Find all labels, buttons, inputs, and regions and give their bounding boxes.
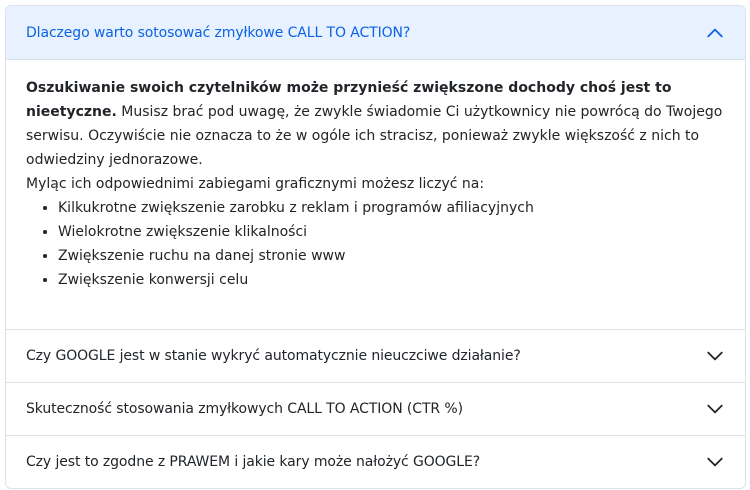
accordion-title: Czy GOOGLE jest w stanie wykryć automaty… xyxy=(26,348,521,364)
accordion-header-why-use[interactable]: Dlaczego warto sotosować zmyłkowe CALL T… xyxy=(6,6,745,60)
accordion-item-google-detect: Czy GOOGLE jest w stanie wykryć automaty… xyxy=(6,329,745,382)
list-item: Zwiększenie ruchu na danej stronie www xyxy=(58,244,725,268)
list-item: Kilkukrotne zwiększenie zarobku z reklam… xyxy=(58,196,725,220)
body-intro-list: Myląc ich odpowiednimi zabiegami graficz… xyxy=(26,176,485,192)
body-paragraph: Oszukiwanie swoich czytelników może przy… xyxy=(26,76,725,172)
accordion-header-google-detect[interactable]: Czy GOOGLE jest w stanie wykryć automaty… xyxy=(6,330,745,382)
chevron-up-icon[interactable] xyxy=(705,23,725,43)
chevron-down-icon[interactable] xyxy=(705,399,725,419)
chevron-down-icon[interactable] xyxy=(705,452,725,472)
accordion-header-legal[interactable]: Czy jest to zgodne z PRAWEM i jakie kary… xyxy=(6,436,745,488)
accordion-header-effectiveness[interactable]: Skuteczność stosowania zmyłkowych CALL T… xyxy=(6,383,745,435)
accordion-item-effectiveness: Skuteczność stosowania zmyłkowych CALL T… xyxy=(6,382,745,435)
list-item: Wielokrotne zwiększenie klikalności xyxy=(58,220,725,244)
benefits-list: Kilkukrotne zwiększenie zarobku z reklam… xyxy=(26,196,725,292)
accordion-item-legal: Czy jest to zgodne z PRAWEM i jakie kary… xyxy=(6,435,745,488)
list-item: Zwiększenie konwersji celu xyxy=(58,268,725,292)
accordion-title: Dlaczego warto sotosować zmyłkowe CALL T… xyxy=(26,24,411,41)
accordion-body-why-use: Oszukiwanie swoich czytelników może przy… xyxy=(6,60,745,329)
chevron-down-icon[interactable] xyxy=(705,346,725,366)
accordion-item-why-use: Dlaczego warto sotosować zmyłkowe CALL T… xyxy=(6,6,745,329)
faq-accordion: Dlaczego warto sotosować zmyłkowe CALL T… xyxy=(5,5,746,489)
body-text: Musisz brać pod uwagę, że zwykle świadom… xyxy=(26,104,723,168)
accordion-title: Czy jest to zgodne z PRAWEM i jakie kary… xyxy=(26,454,481,470)
accordion-title: Skuteczność stosowania zmyłkowych CALL T… xyxy=(26,401,463,417)
